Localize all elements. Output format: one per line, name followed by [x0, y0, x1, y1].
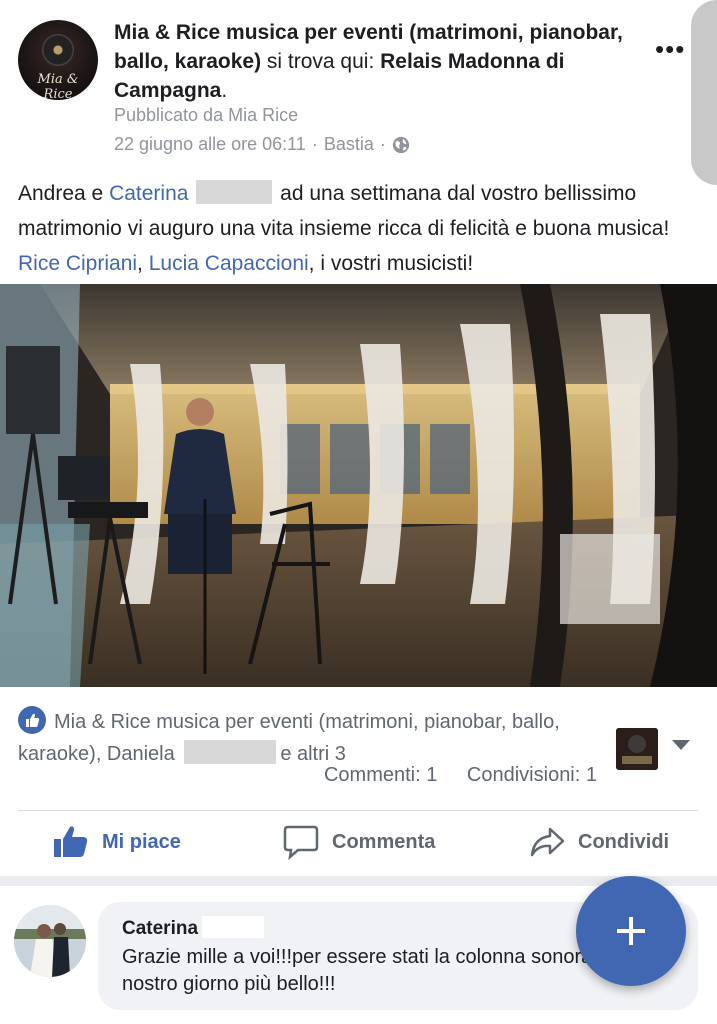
vinyl-disc-icon [42, 34, 74, 66]
title-period: . [221, 79, 228, 102]
redacted-name [184, 740, 277, 764]
comments-count[interactable]: Commenti: 1 [324, 764, 437, 786]
meta-separator-2: · [379, 134, 386, 154]
post-place[interactable]: Bastia [324, 134, 374, 155]
shares-count[interactable]: Condivisioni: 1 [467, 764, 597, 786]
comment-label: Commenta [332, 830, 436, 853]
post-meta: 22 giugno alle ore 06:11 · Bastia · [114, 134, 410, 155]
post-date[interactable]: 22 giugno alle ore 06:11 [114, 134, 306, 155]
meta-separator: · [311, 134, 318, 154]
tag-lucia-capaccioni[interactable]: Lucia Capaccioni [149, 252, 309, 275]
avatar-logo-text: Mia & Rice [37, 72, 79, 100]
tag-caterina[interactable]: Caterina [109, 182, 188, 205]
like-button[interactable]: Mi piace [52, 822, 181, 862]
actor-avatar[interactable] [616, 728, 658, 770]
post-title: Mia & Rice musica per eventi (matrimoni,… [114, 18, 634, 105]
share-button[interactable]: Condividi [528, 822, 669, 862]
tent-photo-illustration [0, 284, 717, 687]
tag-rice-cipriani[interactable]: Rice Cipriani [18, 252, 137, 275]
reactions-others: e altri 3 [280, 743, 346, 765]
globe-icon [392, 136, 409, 153]
comment-author[interactable]: Caterina [122, 916, 265, 940]
compose-fab-button[interactable] [576, 876, 686, 986]
post-text-part: Andrea e [18, 182, 104, 205]
reactions-summary[interactable]: Mia & Rice musica per eventi (matrimoni,… [18, 706, 618, 770]
divider [18, 810, 698, 811]
comment-button[interactable]: Commenta [282, 822, 435, 862]
post-header: Mia & Rice Mia & Rice musica per eventi … [0, 0, 717, 160]
plus-icon [617, 917, 645, 945]
post-photo[interactable] [0, 284, 717, 687]
redacted-surname [202, 916, 265, 938]
published-by: Pubblicato da Mia Rice [114, 105, 299, 125]
post-text-comma: , [137, 252, 143, 275]
redacted-surname [196, 180, 273, 204]
comment-author-name[interactable]: Caterina [122, 918, 198, 939]
page-avatar[interactable]: Mia & Rice [18, 20, 98, 100]
commenter-avatar[interactable] [14, 905, 86, 977]
more-options-button[interactable]: ••• [655, 34, 685, 65]
like-reaction-icon [18, 706, 46, 734]
engagement-counts: Commenti: 1 Condivisioni: 1 [300, 764, 597, 787]
comment-bubble-icon [283, 825, 319, 861]
share-arrow-icon [530, 827, 565, 857]
like-label: Mi piace [102, 830, 181, 853]
post-text-part: , i vostri musicisti! [308, 252, 474, 275]
chevron-down-icon[interactable] [672, 740, 690, 750]
post-text: Andrea e Caterina ad una settimana dal v… [18, 176, 698, 281]
location-prefix: si trova qui: [266, 50, 375, 73]
share-label: Condividi [578, 830, 670, 853]
thumbs-up-icon [54, 826, 88, 857]
scrollbar-thumb[interactable] [691, 0, 717, 185]
